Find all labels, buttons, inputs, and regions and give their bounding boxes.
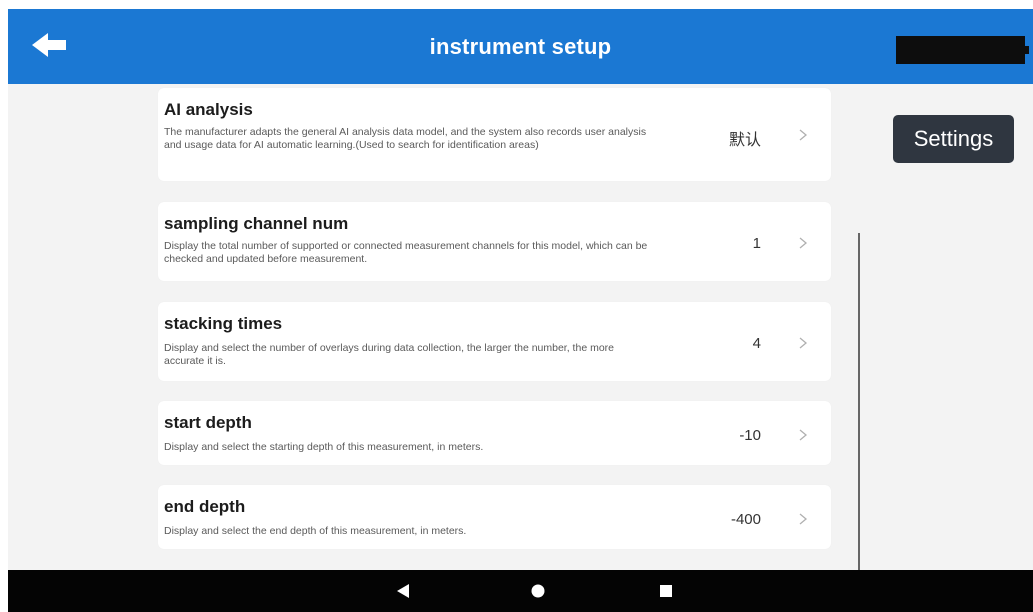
setting-title: end depth [164, 497, 246, 516]
nav-back-button[interactable] [383, 570, 423, 612]
system-navigation-bar [8, 570, 1033, 612]
setting-description: Display and select the end depth of this… [164, 525, 467, 537]
nav-recent-button[interactable] [646, 570, 686, 612]
chevron-right-icon [799, 237, 808, 249]
chevron-right-icon [799, 337, 808, 349]
app-bar: instrument setup [8, 9, 1033, 84]
page-title: instrument setup [429, 34, 612, 59]
setting-row-sampling-channel-num[interactable]: sampling channel num Display the total n… [158, 202, 831, 281]
setting-value: 4 [752, 335, 761, 352]
chevron-right-icon [799, 129, 808, 141]
setting-row-ai-analysis[interactable]: AI analysis The manufacturer adapts the … [158, 88, 831, 181]
nav-back-icon [397, 584, 409, 598]
nav-recent-icon [660, 585, 672, 597]
setting-title: sampling channel num [164, 214, 349, 233]
setting-row-stacking-times[interactable]: stacking times Display and select the nu… [158, 302, 831, 381]
setting-row-end-depth[interactable]: end depth Display and select the end dep… [158, 485, 831, 549]
nav-home-button[interactable] [518, 570, 558, 612]
setting-value: -10 [739, 427, 761, 444]
setting-row-start-depth[interactable]: start depth Display and select the start… [158, 401, 831, 465]
setting-value: -400 [730, 511, 761, 528]
setting-description: The manufacturer adapts the general AI a… [164, 126, 647, 151]
setting-title: stacking times [164, 314, 283, 333]
instrument-setup-screen: instrument setup Settings AI analysis Th… [0, 0, 1033, 612]
setting-value: 1 [752, 235, 761, 252]
setting-title: AI analysis [164, 100, 253, 119]
setting-description: Display the total number of supported or… [164, 240, 648, 265]
setting-description: Display and select the starting depth of… [164, 441, 484, 453]
chevron-right-icon [799, 513, 808, 525]
setting-description: Display and select the number of overlay… [164, 342, 614, 367]
nav-home-icon [531, 584, 545, 598]
scrollbar[interactable] [858, 233, 860, 570]
redacted-area [896, 36, 1029, 64]
setting-value: 默认 [728, 132, 761, 149]
settings-button[interactable]: Settings [893, 115, 1014, 163]
setting-title: start depth [164, 413, 252, 432]
chevron-right-icon [799, 429, 808, 441]
